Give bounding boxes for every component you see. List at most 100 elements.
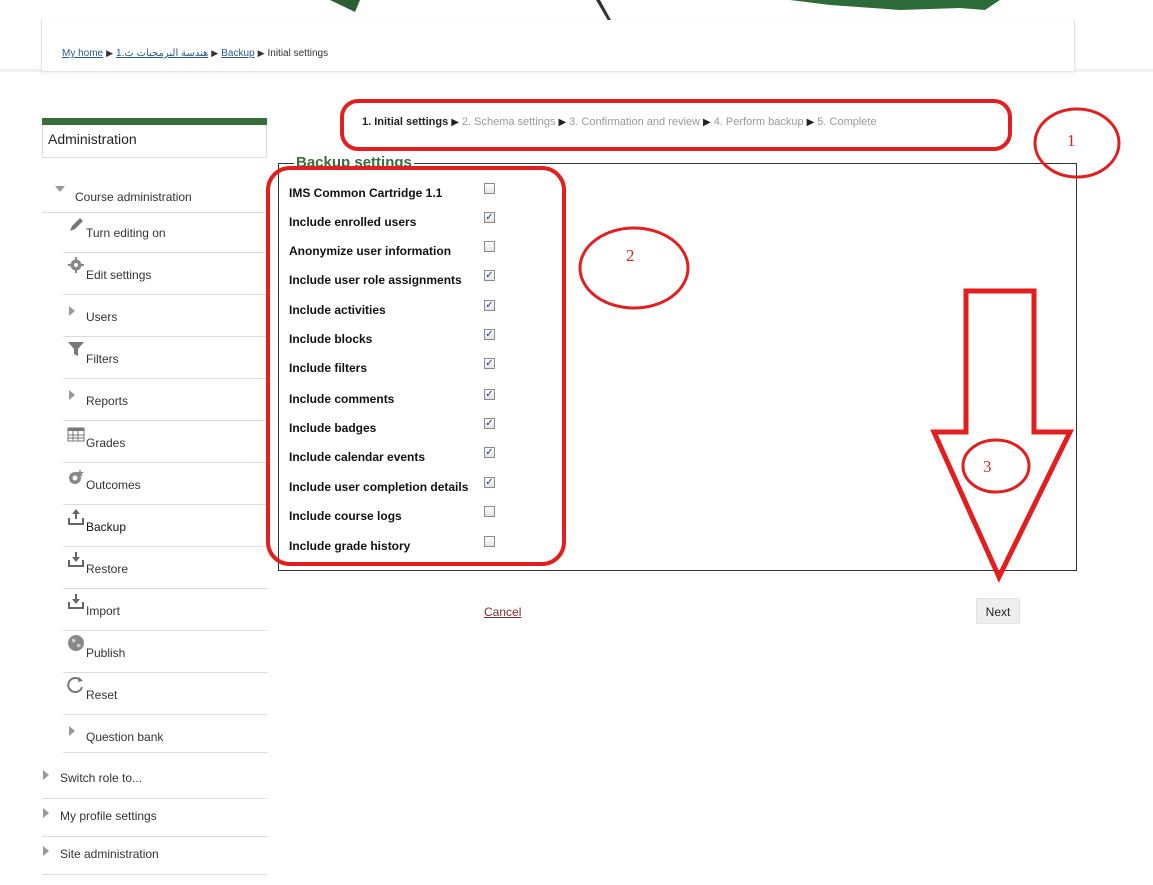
globe-icon [68, 635, 84, 651]
chevron-down-icon [55, 186, 65, 192]
nav-label: Reset [86, 688, 118, 702]
nav-label: Switch role to... [60, 771, 143, 785]
triangle-right-icon [69, 306, 75, 316]
step-confirmation-review: 3. Confirmation and review [569, 116, 700, 128]
setting-label: IMS Common Cartridge 1.1 [289, 186, 443, 200]
reset-icon [67, 677, 83, 694]
banner-wing-shape [790, 0, 1000, 10]
step-schema-settings: 2. Schema settings [461, 116, 556, 128]
nav-item-restore[interactable]: Restore [63, 546, 267, 589]
setting-label: Include course logs [289, 509, 402, 523]
nav-label: Import [86, 604, 121, 618]
breadcrumb-backup-link[interactable]: Backup [221, 48, 254, 59]
filter-icon [68, 342, 84, 356]
nav-label: Outcomes [86, 478, 141, 492]
nav-item-import[interactable]: Import [63, 588, 267, 631]
nav-label: Edit settings [86, 268, 152, 282]
nav-label: Turn editing on [86, 226, 166, 240]
breadcrumb-my-home-link[interactable]: My home [62, 48, 103, 59]
grades-table-icon [67, 427, 85, 442]
nav-course-administration[interactable]: Course administration [42, 176, 267, 213]
step-separator: ▶ [806, 117, 815, 128]
nav-label: Site administration [60, 847, 159, 861]
triangle-right-icon [69, 390, 75, 400]
setting-checkbox[interactable]: ✓ [484, 212, 495, 223]
nav-label: Course administration [75, 190, 192, 204]
pencil-icon [70, 218, 83, 231]
nav-label: Grades [86, 436, 126, 450]
setting-checkbox[interactable]: ✓ [484, 329, 495, 340]
step-complete: 5. Complete [817, 116, 877, 128]
setting-label: Include activities [289, 303, 386, 317]
setting-label: Include blocks [289, 332, 373, 346]
nav-my-profile-settings[interactable]: My profile settings [42, 798, 267, 837]
setting-label: Include comments [289, 392, 395, 406]
cancel-link[interactable]: Cancel [484, 605, 521, 619]
breadcrumb-separator: ▶ [106, 48, 114, 58]
setting-checkbox[interactable]: ✓ [484, 477, 495, 488]
setting-label: Include calendar events [289, 450, 426, 464]
nav-item-publish[interactable]: Publish [63, 630, 267, 673]
nav-site-administration[interactable]: Site administration [42, 836, 267, 875]
setting-checkbox[interactable] [484, 506, 495, 517]
nav-label: Reports [86, 394, 129, 408]
setting-label: Include user role assignments [289, 273, 462, 287]
nav-item-reset[interactable]: Reset [63, 672, 267, 715]
nav-label: Restore [86, 562, 129, 576]
setting-checkbox[interactable]: ✓ [484, 418, 495, 429]
setting-label: Include grade history [289, 539, 411, 553]
setting-label: Include filters [289, 361, 368, 375]
breadcrumb-separator: ▶ [211, 48, 219, 58]
nav-item-reports[interactable]: Reports [63, 378, 267, 421]
setting-checkbox[interactable] [484, 536, 495, 547]
breadcrumb-bar: My home ▶ هندسة البرمجيات ث.1 ▶ Backup ▶ Initi… [41, 20, 1075, 72]
triangle-right-icon [43, 770, 49, 780]
backup-progress-steps: 1. Initial settings ▶ 2. Schema settings ▶ 3… [362, 116, 877, 128]
setting-label: Include enrolled users [289, 215, 417, 229]
setting-checkbox[interactable] [484, 241, 495, 252]
annotation-number-1: 1 [1067, 131, 1076, 150]
administration-title: Administration [42, 125, 267, 158]
breadcrumb-current: Initial settings [267, 48, 329, 59]
setting-checkbox[interactable]: ✓ [484, 389, 495, 400]
breadcrumb: My home ▶ هندسة البرمجيات ث.1 ▶ Backup ▶ Initi… [62, 48, 328, 59]
nav-item-outcomes[interactable]: Outcomes [63, 462, 267, 505]
step-separator: ▶ [558, 117, 567, 128]
step-initial-settings: 1. Initial settings [362, 116, 449, 128]
setting-checkbox[interactable]: ✓ [484, 358, 495, 369]
nav-label: Users [86, 310, 118, 324]
next-button[interactable]: Next [976, 598, 1020, 624]
import-icon [68, 594, 84, 609]
nav-item-turn-editing-on[interactable]: Turn editing on [63, 210, 267, 253]
setting-checkbox[interactable]: ✓ [484, 447, 495, 458]
nav-item-question-bank[interactable]: Question bank [63, 714, 267, 753]
nav-switch-role[interactable]: Switch role to... [42, 760, 267, 799]
nav-item-filters[interactable]: Filters [63, 336, 267, 379]
nav-item-grades[interactable]: Grades [63, 420, 267, 463]
nav-item-users[interactable]: Users [63, 294, 267, 337]
step-separator: ▶ [451, 117, 459, 128]
administration-block: Administration [42, 118, 267, 158]
setting-label: Include badges [289, 421, 377, 435]
triangle-right-icon [43, 808, 49, 818]
administration-header-bar [42, 118, 267, 125]
banner-leaf-shape [330, 0, 360, 12]
step-perform-backup: 4. Perform backup [713, 116, 804, 128]
nav-label: Backup [86, 520, 127, 534]
annotation-number-2: 2 [626, 246, 635, 265]
setting-checkbox[interactable]: ✓ [484, 270, 495, 281]
nav-label: Filters [86, 352, 119, 366]
nav-item-backup[interactable]: Backup [63, 504, 267, 547]
nav-item-edit-settings[interactable]: Edit settings [63, 252, 267, 295]
setting-label: Anonymize user information [289, 244, 452, 258]
step-separator: ▶ [703, 117, 711, 128]
setting-checkbox[interactable] [484, 183, 495, 194]
backup-icon [68, 509, 84, 525]
triangle-right-icon [43, 846, 49, 856]
nav-label: My profile settings [60, 809, 157, 823]
nav-label: Question bank [86, 730, 164, 744]
outcomes-icon [69, 469, 84, 484]
annotation-number-3: 3 [983, 457, 992, 476]
breadcrumb-course-link[interactable]: هندسة البرمجيات ث.1 [116, 48, 208, 59]
setting-checkbox[interactable]: ✓ [484, 300, 495, 311]
